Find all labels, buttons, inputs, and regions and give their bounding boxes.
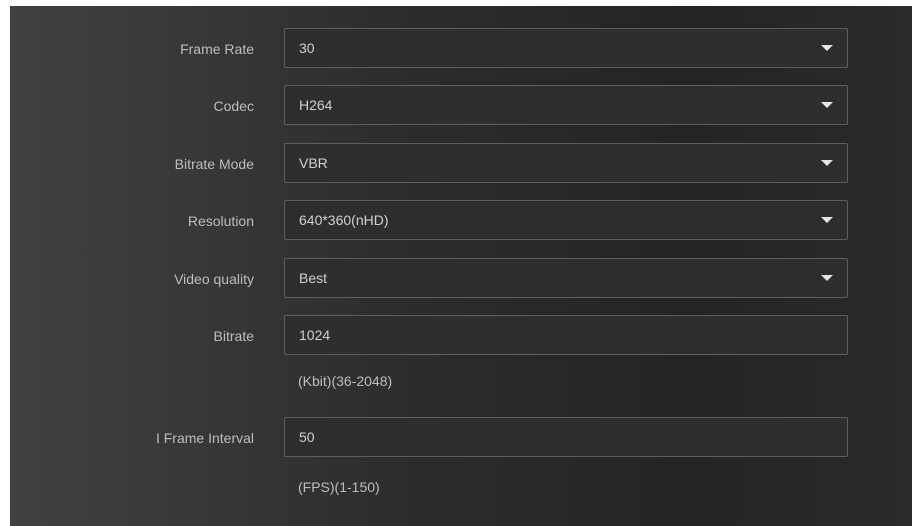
resolution-label: Resolution — [187, 213, 254, 229]
frame-rate-label: Frame Rate — [180, 41, 254, 57]
caret-down-icon — [821, 217, 833, 223]
frame-rate-row: Frame Rate 30 — [10, 28, 912, 70]
resolution-value: 640*360(nHD) — [299, 212, 389, 228]
bitrate-label: Bitrate — [213, 328, 254, 344]
bitrate-value: 1024 — [299, 327, 331, 343]
resolution-row: Resolution 640*360(nHD) — [10, 200, 912, 242]
codec-label: Codec — [213, 98, 254, 114]
resolution-select[interactable]: 640*360(nHD) — [284, 200, 848, 240]
frame-rate-value: 30 — [299, 40, 315, 56]
video-quality-select[interactable]: Best — [284, 258, 848, 298]
bitrate-range-hint: (Kbit)(36-2048) — [298, 373, 393, 389]
video-quality-value: Best — [299, 270, 328, 286]
i-frame-interval-row: I Frame Interval 50 — [10, 417, 912, 459]
codec-row: Codec H264 — [10, 85, 912, 127]
bitrate-mode-value: VBR — [299, 155, 328, 171]
caret-down-icon — [821, 45, 833, 51]
bitrate-mode-row: Bitrate Mode VBR — [10, 143, 912, 185]
caret-down-icon — [821, 275, 833, 281]
frame-rate-select[interactable]: 30 — [284, 28, 848, 68]
bitrate-input[interactable]: 1024 — [284, 315, 848, 355]
i-frame-interval-input[interactable]: 50 — [284, 417, 848, 457]
i-frame-interval-label: I Frame Interval — [155, 430, 254, 446]
bitrate-row: Bitrate 1024 — [10, 315, 912, 357]
caret-down-icon — [821, 102, 833, 108]
video-quality-row: Video quality Best — [10, 258, 912, 300]
bitrate-mode-label: Bitrate Mode — [174, 156, 254, 172]
i-frame-interval-value: 50 — [299, 429, 315, 445]
i-frame-interval-range-hint: (FPS)(1-150) — [298, 479, 380, 495]
codec-select[interactable]: H264 — [284, 85, 848, 125]
video-settings-panel: Frame Rate 30 Codec H264 Bitrate Mode VB… — [10, 6, 912, 526]
video-quality-label: Video quality — [174, 271, 254, 287]
caret-down-icon — [821, 160, 833, 166]
bitrate-mode-select[interactable]: VBR — [284, 143, 848, 183]
codec-value: H264 — [299, 97, 333, 113]
